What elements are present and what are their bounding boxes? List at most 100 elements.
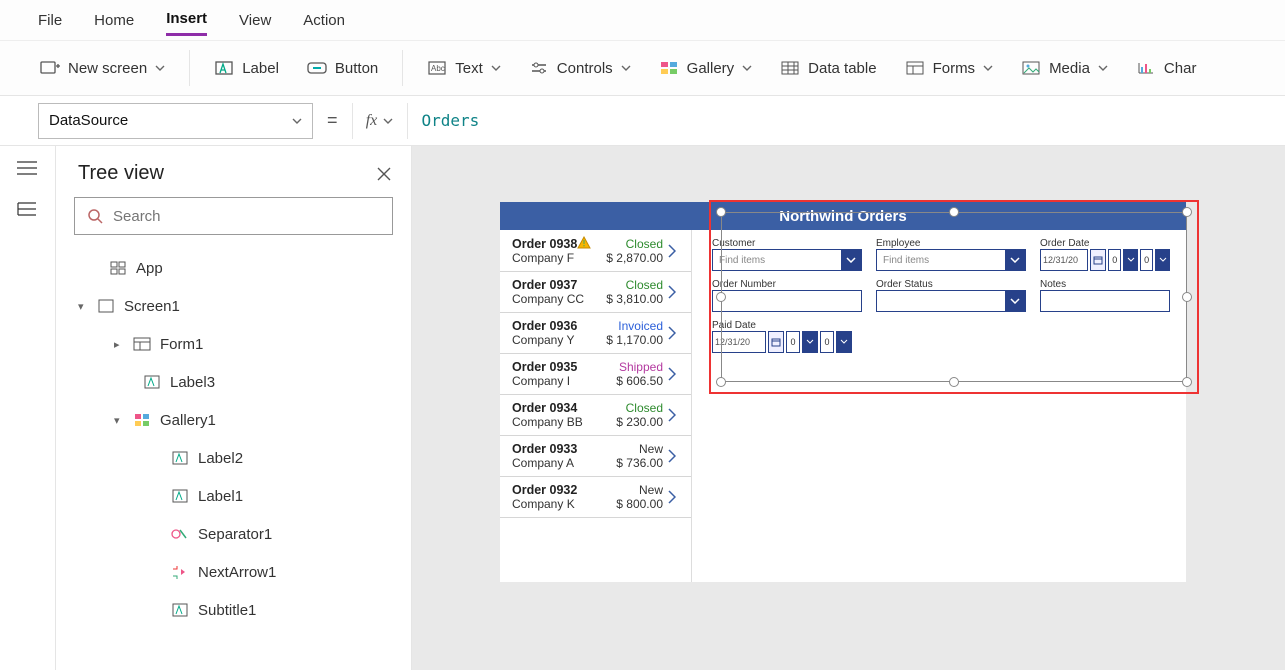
order-status: New — [593, 442, 663, 456]
tree-node-form1[interactable]: ▸ Form1 — [74, 325, 411, 363]
formula-input[interactable]: Orders — [408, 103, 1285, 139]
calendar-icon[interactable] — [1090, 249, 1106, 271]
order-list-item[interactable]: Order 0937Company CCClosed$ 3,810.00 — [500, 272, 691, 313]
order-company: Company A — [512, 456, 593, 470]
tree-node-separator1[interactable]: Separator1 — [74, 515, 411, 553]
menu-action[interactable]: Action — [303, 6, 345, 35]
insert-button-button[interactable]: Button — [297, 53, 388, 83]
menu-insert[interactable]: Insert — [166, 4, 207, 36]
insert-label-button[interactable]: Label — [204, 53, 289, 83]
order-list-item[interactable]: Order 0933Company ANew$ 736.00 — [500, 436, 691, 477]
ribbon-separator — [189, 50, 190, 86]
field-label-order-status: Order Status — [876, 279, 1026, 290]
chevron-down-icon — [1098, 65, 1108, 71]
calendar-icon[interactable] — [768, 331, 784, 353]
field-label-paid-date: Paid Date — [712, 320, 862, 331]
order-list-item[interactable]: Order 0936Company YInvoiced$ 1,170.00 — [500, 313, 691, 354]
tree-label: Separator1 — [198, 526, 272, 543]
insert-controls-button[interactable]: Controls — [519, 53, 641, 83]
form-icon — [132, 335, 152, 353]
top-menu-bar: File Home Insert View Action — [0, 0, 1285, 40]
tree-node-label2[interactable]: Label2 — [74, 439, 411, 477]
insert-chart-button[interactable]: Char — [1126, 53, 1207, 83]
tree-node-label3[interactable]: Label3 — [74, 363, 411, 401]
chevron-down-icon[interactable] — [1155, 249, 1170, 271]
tree-view: App ▾ Screen1 ▸ Form1 Label3 ▾ Gallery1 — [56, 249, 411, 629]
data-table-icon — [780, 59, 800, 77]
employee-combobox[interactable]: Find items — [876, 249, 1026, 271]
date-text[interactable]: 12/31/20 — [712, 331, 766, 353]
order-number: Order 0937 — [512, 278, 593, 292]
new-screen-button[interactable]: New screen — [30, 53, 175, 83]
insert-forms-button[interactable]: Forms — [895, 53, 1004, 83]
chevron-down-icon[interactable] — [836, 331, 852, 353]
date-text[interactable]: 12/31/20 — [1040, 249, 1088, 271]
insert-media-button[interactable]: Media — [1011, 53, 1118, 83]
order-status: Closed — [593, 237, 663, 251]
order-status: New — [593, 483, 663, 497]
gallery-icon — [659, 59, 679, 77]
notes-input[interactable] — [1040, 290, 1170, 312]
label-icon — [214, 59, 234, 77]
close-panel-button[interactable] — [377, 167, 391, 181]
menu-home[interactable]: Home — [94, 6, 134, 35]
formula-bar: DataSource = fx Orders — [0, 96, 1285, 146]
combobox-placeholder: Find items — [719, 255, 765, 266]
ribbon-separator — [402, 50, 403, 86]
text-icon: Abc — [427, 59, 447, 77]
order-amount: $ 2,870.00 — [593, 251, 663, 265]
fx-dropdown[interactable]: fx — [352, 103, 408, 139]
customer-combobox[interactable]: Find items — [712, 249, 862, 271]
chevron-down-icon — [292, 118, 302, 124]
canvas[interactable]: Northwind Orders Order 0938Company FClos… — [412, 146, 1285, 670]
new-screen-icon — [40, 59, 60, 77]
chart-icon — [1136, 59, 1156, 77]
insert-gallery-button[interactable]: Gallery — [649, 53, 763, 83]
tree-node-app[interactable]: App — [74, 249, 411, 287]
order-list-item[interactable]: Order 0938Company FClosed$ 2,870.00 — [500, 230, 691, 272]
tree-search-box[interactable] — [74, 197, 393, 235]
menu-view[interactable]: View — [239, 6, 271, 35]
tree-node-gallery1[interactable]: ▾ Gallery1 — [74, 401, 411, 439]
tree-node-subtitle1[interactable]: Subtitle1 — [74, 591, 411, 629]
button-icon — [307, 59, 327, 77]
insert-gallery-label: Gallery — [687, 60, 735, 77]
chevron-right-icon — [663, 285, 681, 299]
order-status: Shipped — [593, 360, 663, 374]
media-icon — [1021, 59, 1041, 77]
editor-body: Tree view App ▾ Screen1 ▸ Form1 — [0, 146, 1285, 670]
caret-right-icon: ▸ — [114, 338, 124, 351]
svg-text:Abc: Abc — [431, 64, 445, 73]
edit-form[interactable]: Customer Find items Employee Find items … — [692, 230, 1186, 582]
app-preview[interactable]: Northwind Orders Order 0938Company FClos… — [500, 202, 1186, 582]
chevron-down-icon — [383, 118, 393, 124]
tree-node-screen1[interactable]: ▾ Screen1 — [74, 287, 411, 325]
insert-data-table-button[interactable]: Data table — [770, 53, 886, 83]
order-list-item[interactable]: Order 0935Company IShipped$ 606.50 — [500, 354, 691, 395]
chevron-right-icon — [663, 244, 681, 258]
insert-chart-label: Char — [1164, 60, 1197, 77]
property-selector[interactable]: DataSource — [38, 103, 313, 139]
hamburger-icon[interactable] — [16, 160, 40, 178]
order-list-item[interactable]: Order 0932Company KNew$ 800.00 — [500, 477, 691, 518]
chevron-down-icon[interactable] — [1123, 249, 1138, 271]
tree-label: Screen1 — [124, 298, 180, 315]
chevron-down-icon[interactable] — [802, 331, 818, 353]
chevron-down-icon — [983, 65, 993, 71]
tree-node-nextarrow1[interactable]: NextArrow1 — [74, 553, 411, 591]
minute-display: 0 — [820, 331, 834, 353]
order-gallery[interactable]: Order 0938Company FClosed$ 2,870.00Order… — [500, 230, 692, 582]
order-number-input[interactable] — [712, 290, 862, 312]
app-icon — [108, 259, 128, 277]
menu-file[interactable]: File — [38, 6, 62, 35]
close-icon — [377, 167, 391, 181]
tree-view-rail-icon[interactable] — [16, 200, 40, 218]
tree-search-input[interactable] — [113, 208, 380, 225]
order-date-picker[interactable]: 12/31/20 0 0 — [1040, 249, 1170, 271]
paid-date-picker[interactable]: 12/31/20 0 0 — [712, 331, 862, 353]
insert-text-button[interactable]: Abc Text — [417, 53, 511, 83]
order-status-dropdown[interactable] — [876, 290, 1026, 312]
minute-display: 0 — [1140, 249, 1153, 271]
tree-node-label1[interactable]: Label1 — [74, 477, 411, 515]
order-list-item[interactable]: Order 0934Company BBClosed$ 230.00 — [500, 395, 691, 436]
